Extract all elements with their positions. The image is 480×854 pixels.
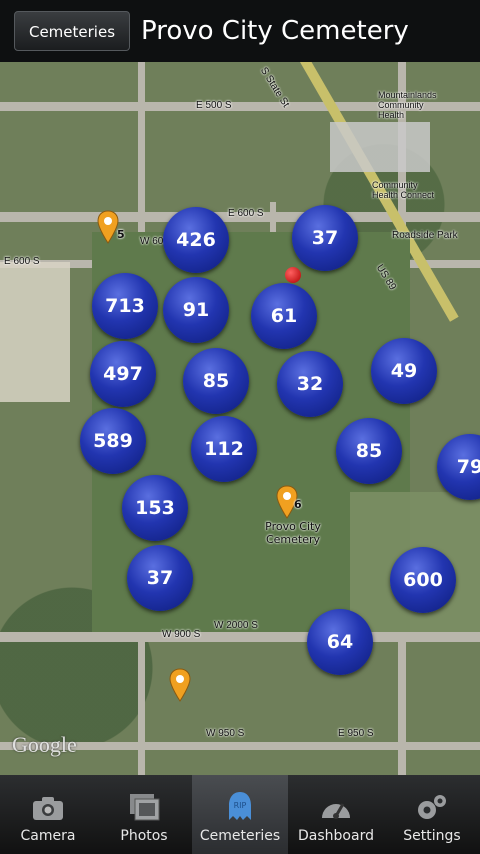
street-label: Mountainlands Community Health: [378, 90, 437, 120]
cluster-marker[interactable]: 426: [163, 207, 229, 273]
street-label: E 950 S: [338, 728, 374, 739]
street-label: E 600 S: [228, 208, 264, 219]
tab-label: Settings: [403, 828, 461, 844]
cluster-marker[interactable]: 79: [437, 434, 480, 500]
tab-cemeteries[interactable]: RIP Cemeteries: [192, 775, 288, 854]
pin-count-label: 6: [294, 498, 302, 511]
camera-icon: [33, 797, 63, 820]
page-title: Provo City Cemetery: [141, 16, 409, 46]
gears-icon: [418, 795, 446, 819]
location-pin-icon[interactable]: [97, 210, 119, 244]
cluster-marker[interactable]: 64: [307, 609, 373, 675]
tab-camera[interactable]: Camera: [0, 775, 96, 854]
street-label: W 900 S: [162, 629, 201, 640]
tab-dashboard[interactable]: Dashboard: [288, 775, 384, 854]
ghost-icon: RIP: [229, 792, 251, 820]
street-label: Community Health Connect: [372, 180, 435, 200]
photos-icon: [130, 794, 160, 821]
street-label: W 2000 S: [214, 620, 258, 631]
cluster-marker[interactable]: 37: [292, 205, 358, 271]
title-bar: Cemeteries Provo City Cemetery: [0, 0, 480, 62]
svg-text:RIP: RIP: [234, 801, 247, 810]
map-attribution: Google: [12, 732, 77, 757]
cluster-marker[interactable]: 91: [163, 277, 229, 343]
location-pin-icon[interactable]: [169, 668, 191, 702]
cluster-marker[interactable]: 61: [251, 283, 317, 349]
tab-settings[interactable]: Settings: [384, 775, 480, 854]
tab-label: Camera: [20, 828, 76, 844]
street-label: E 600 S: [4, 256, 40, 267]
cluster-marker[interactable]: 85: [336, 418, 402, 484]
tab-label: Photos: [120, 828, 168, 844]
pin-count-label: 5: [117, 228, 125, 241]
street-label: Roadside Park: [392, 230, 458, 241]
red-marker[interactable]: [285, 267, 301, 283]
tab-label: Cemeteries: [199, 828, 281, 844]
cluster-marker[interactable]: 153: [122, 475, 188, 541]
cluster-marker[interactable]: 497: [90, 341, 156, 407]
street-label: E 500 S: [196, 100, 232, 111]
street-label: W 950 S: [206, 728, 245, 739]
tab-label: Dashboard: [298, 828, 374, 844]
cluster-marker[interactable]: 589: [80, 408, 146, 474]
pin-name-label: Provo City Cemetery: [265, 520, 321, 546]
cluster-marker[interactable]: 600: [390, 547, 456, 613]
tab-photos[interactable]: Photos: [96, 775, 192, 854]
bottom-tab-bar: Camera Photos RIP Cemeteries Dashboard S…: [0, 775, 480, 854]
back-button-cemeteries[interactable]: Cemeteries: [14, 11, 130, 51]
satellite-map[interactable]: E 500 S E 600 S W 600 S E 600 S S State …: [0, 62, 480, 775]
cluster-marker[interactable]: 37: [127, 545, 193, 611]
dashboard-icon: [322, 803, 350, 819]
cluster-marker[interactable]: 49: [371, 338, 437, 404]
cluster-marker[interactable]: 32: [277, 351, 343, 417]
cluster-marker[interactable]: 713: [92, 273, 158, 339]
cluster-marker[interactable]: 112: [191, 416, 257, 482]
cluster-marker[interactable]: 85: [183, 348, 249, 414]
